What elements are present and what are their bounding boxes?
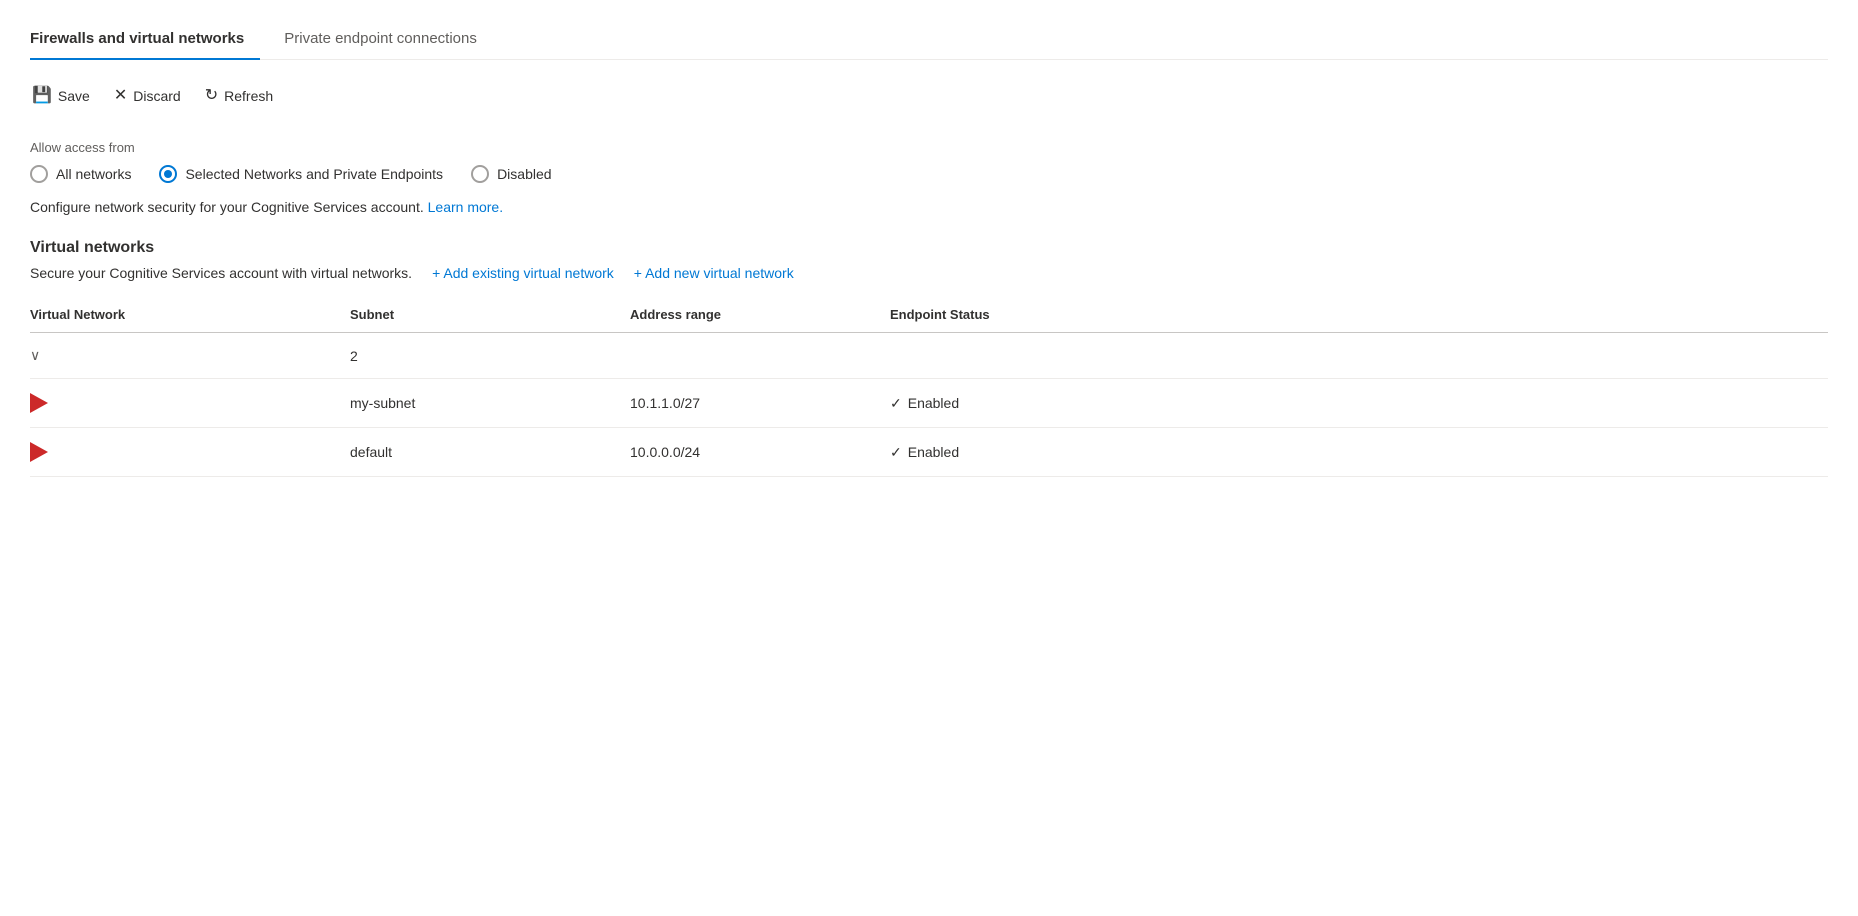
vnet-subheader-text: Secure your Cognitive Services account w… xyxy=(30,265,412,281)
radio-selected-networks[interactable]: Selected Networks and Private Endpoints xyxy=(159,165,443,183)
tab-private-endpoints[interactable]: Private endpoint connections xyxy=(284,20,493,59)
address-range-cell-1: 10.1.1.0/27 xyxy=(630,379,890,428)
status-cell-1: ✓ Enabled xyxy=(890,379,1828,428)
red-arrow-right-1 xyxy=(30,393,48,413)
radio-circle-all xyxy=(30,165,48,183)
tab-firewalls[interactable]: Firewalls and virtual networks xyxy=(30,20,260,59)
discard-icon: ✕ xyxy=(114,88,127,104)
col-virtual-network: Virtual Network xyxy=(30,297,350,333)
vnet-name-cell-1 xyxy=(30,379,350,428)
status-enabled-1: ✓ Enabled xyxy=(890,395,1816,412)
discard-label: Discard xyxy=(133,88,180,104)
radio-circle-selected xyxy=(159,165,177,183)
radio-disabled[interactable]: Disabled xyxy=(471,165,551,183)
subnet-cell-1: my-subnet xyxy=(350,379,630,428)
table-row: default 10.0.0.0/24 ✓ Enabled xyxy=(30,428,1828,477)
col-address-range: Address range xyxy=(630,297,890,333)
save-icon: 💾 xyxy=(32,88,52,104)
vnet-table: Virtual Network Subnet Address range End… xyxy=(30,297,1828,477)
refresh-button[interactable]: ↻ Refresh xyxy=(203,84,275,108)
vnet-heading: Virtual networks xyxy=(30,239,1828,257)
subnet-count: 2 xyxy=(350,348,358,364)
refresh-label: Refresh xyxy=(224,88,273,104)
arrow-icon-2 xyxy=(30,443,56,459)
expand-cell[interactable]: ∨ xyxy=(30,333,350,379)
virtual-networks-section: Virtual networks Secure your Cognitive S… xyxy=(30,239,1828,477)
learn-more-link[interactable]: Learn more. xyxy=(428,199,503,215)
expand-address-cell xyxy=(630,333,890,379)
tab-bar: Firewalls and virtual networks Private e… xyxy=(30,20,1828,60)
save-label: Save xyxy=(58,88,90,104)
access-section: Allow access from All networks Selected … xyxy=(30,140,1828,215)
add-existing-vnet-link[interactable]: + Add existing virtual network xyxy=(432,265,614,281)
radio-all-networks[interactable]: All networks xyxy=(30,165,131,183)
chevron-down-icon[interactable]: ∨ xyxy=(30,347,40,363)
red-arrow-right-2 xyxy=(30,442,48,462)
access-radio-group: All networks Selected Networks and Priva… xyxy=(30,165,1828,183)
radio-circle-disabled xyxy=(471,165,489,183)
table-row: my-subnet 10.1.1.0/27 ✓ Enabled xyxy=(30,379,1828,428)
arrow-icon-1 xyxy=(30,394,56,410)
table-row-expand: ∨ 2 xyxy=(30,333,1828,379)
subnet-count-cell: 2 xyxy=(350,333,630,379)
access-label: Allow access from xyxy=(30,140,1828,155)
vnet-name-cell-2 xyxy=(30,428,350,477)
status-label-1: Enabled xyxy=(908,395,959,411)
discard-button[interactable]: ✕ Discard xyxy=(112,84,183,108)
refresh-icon: ↻ xyxy=(205,88,218,104)
save-button[interactable]: 💾 Save xyxy=(30,84,92,108)
check-icon-1: ✓ xyxy=(890,395,902,412)
radio-label-disabled: Disabled xyxy=(497,166,551,182)
description-text: Configure network security for your Cogn… xyxy=(30,199,1828,215)
add-new-vnet-link[interactable]: + Add new virtual network xyxy=(634,265,794,281)
status-cell-2: ✓ Enabled xyxy=(890,428,1828,477)
check-icon-2: ✓ xyxy=(890,444,902,461)
radio-label-all: All networks xyxy=(56,166,131,182)
radio-label-selected: Selected Networks and Private Endpoints xyxy=(185,166,443,182)
status-enabled-2: ✓ Enabled xyxy=(890,444,1816,461)
subnet-cell-2: default xyxy=(350,428,630,477)
col-subnet: Subnet xyxy=(350,297,630,333)
vnet-subheader: Secure your Cognitive Services account w… xyxy=(30,265,1828,281)
col-endpoint-status: Endpoint Status xyxy=(890,297,1828,333)
table-header-row: Virtual Network Subnet Address range End… xyxy=(30,297,1828,333)
toolbar: 💾 Save ✕ Discard ↻ Refresh xyxy=(30,80,1828,112)
expand-status-cell xyxy=(890,333,1828,379)
address-range-cell-2: 10.0.0.0/24 xyxy=(630,428,890,477)
status-label-2: Enabled xyxy=(908,444,959,460)
